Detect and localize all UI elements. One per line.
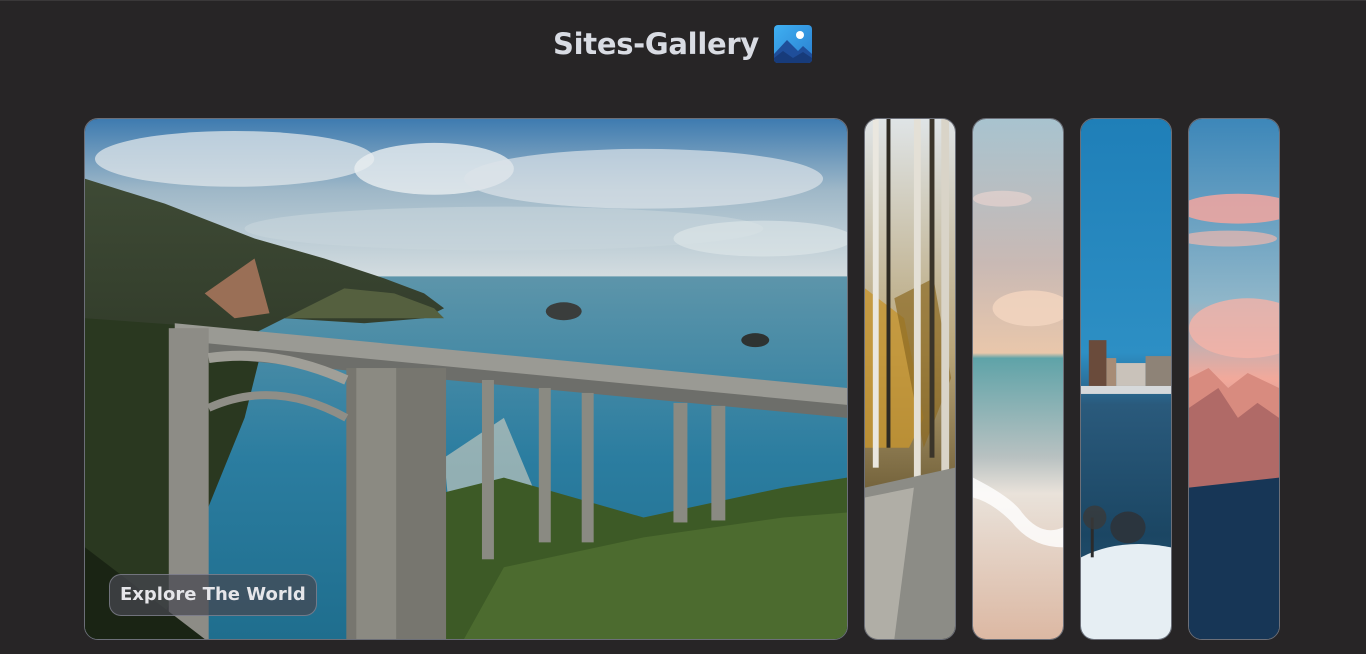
featured-caption: Explore The World — [109, 574, 317, 616]
thumbnail-panel[interactable] — [1080, 118, 1172, 640]
pink-mountain-sky-photo — [1189, 119, 1279, 639]
thumbnail-panel[interactable] — [1188, 118, 1280, 640]
page-title: Sites-Gallery — [553, 27, 759, 61]
landscape-picture-icon — [773, 25, 812, 63]
page-header: Sites-Gallery — [0, 22, 1366, 66]
birch-forest-path-photo — [865, 119, 955, 639]
featured-image-panel[interactable]: Explore The World — [84, 118, 848, 640]
winter-city-lake-photo — [1081, 119, 1171, 639]
beach-sunset-photo — [973, 119, 1063, 639]
image-gallery: Explore The World — [84, 118, 1280, 640]
thumbnail-panel[interactable] — [972, 118, 1064, 640]
coastal-bridge-photo — [85, 119, 847, 639]
thumbnail-panel[interactable] — [864, 118, 956, 640]
top-divider — [0, 0, 1366, 1]
